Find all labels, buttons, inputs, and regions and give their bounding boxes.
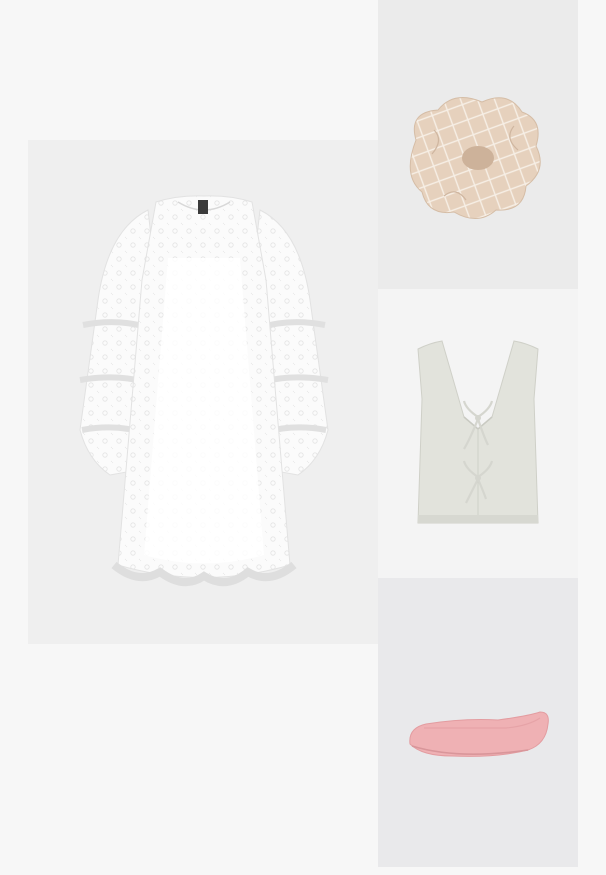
- vest-image: [417, 340, 539, 524]
- scrunchie-image: [409, 97, 541, 219]
- vest-product-card[interactable]: [378, 289, 578, 578]
- dress-image: [79, 195, 329, 586]
- outfit-collage: [0, 0, 606, 875]
- dress-product-card[interactable]: [28, 140, 378, 644]
- shoe-product-card[interactable]: [378, 578, 578, 867]
- shoe-image: [409, 711, 549, 757]
- scrunchie-product-card[interactable]: [378, 0, 578, 289]
